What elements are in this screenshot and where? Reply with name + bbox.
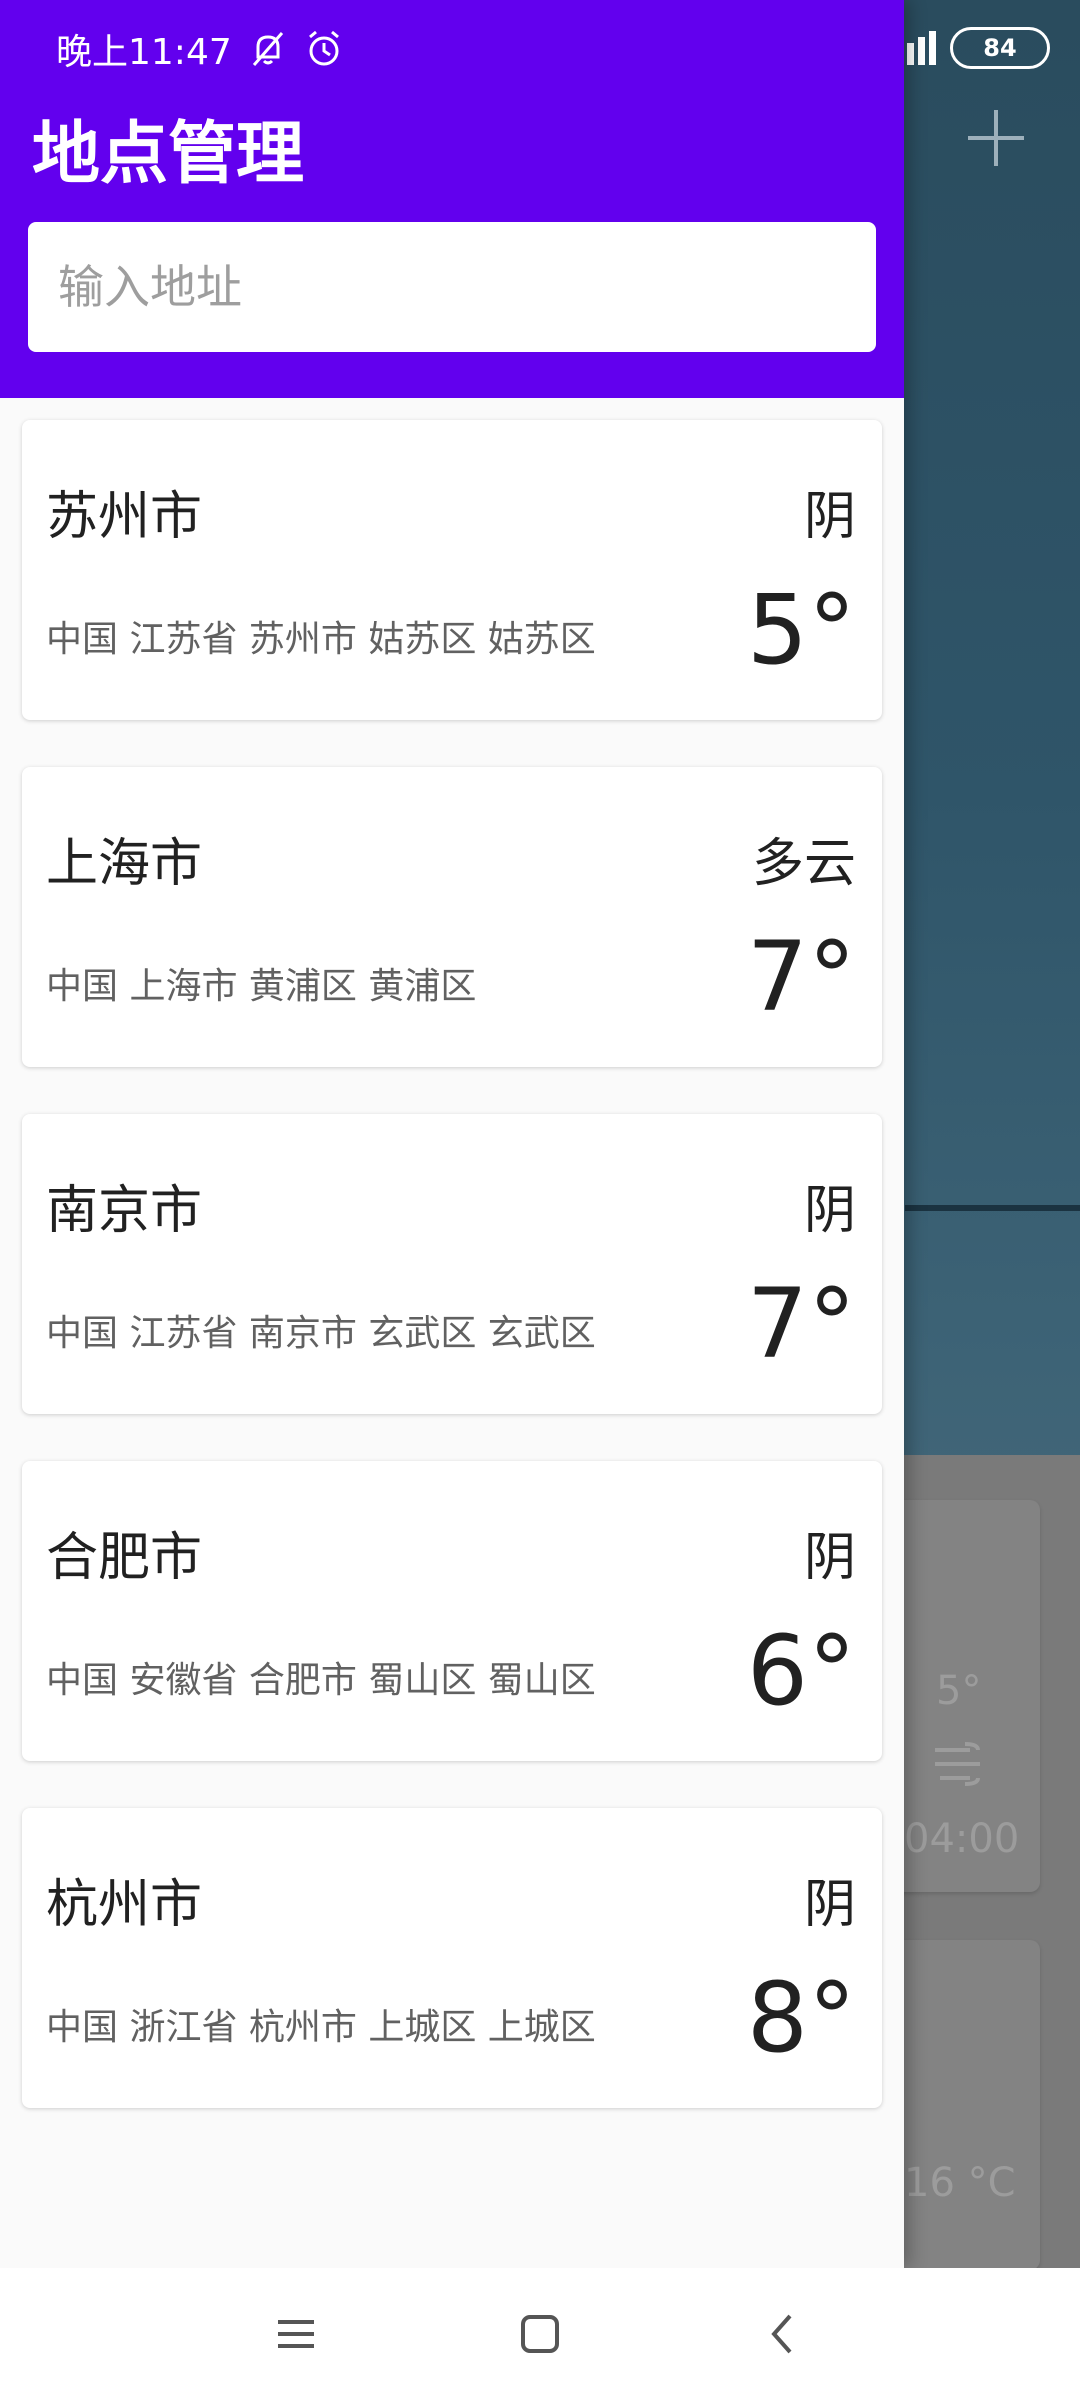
place-list: 苏州市 阴 中国 江苏省 苏州市 姑苏区 姑苏区 5° 上海市 多云 中国 上海… — [22, 420, 882, 2155]
add-icon[interactable] — [968, 110, 1024, 166]
back-icon[interactable] — [754, 2304, 814, 2364]
battery-level: 84 — [983, 34, 1017, 62]
place-card[interactable]: 南京市 阴 中国 江苏省 南京市 玄武区 玄武区 7° — [22, 1114, 882, 1414]
place-address: 中国 江苏省 苏州市 姑苏区 姑苏区 — [46, 619, 596, 660]
drawer-header: 晚上11:47 地点管理 — [0, 0, 904, 398]
menu-icon[interactable] — [266, 2304, 326, 2364]
background-horizon — [905, 1205, 1080, 1211]
system-navigation-bar — [0, 2268, 1080, 2400]
place-card[interactable]: 杭州市 阴 中国 浙江省 杭州市 上城区 上城区 8° — [22, 1808, 882, 2108]
place-address: 中国 安徽省 合肥市 蜀山区 蜀山区 — [46, 1660, 596, 1701]
alarm-icon — [308, 30, 339, 66]
place-temp: 5° — [746, 574, 856, 686]
place-temp: 8° — [746, 1962, 856, 2074]
place-card[interactable]: 上海市 多云 中国 上海市 黄浦区 黄浦区 7° — [22, 767, 882, 1067]
place-city: 合肥市 — [46, 1528, 203, 1588]
status-bar-left: 晚上11:47 — [56, 24, 344, 74]
place-temp: 7° — [746, 921, 856, 1033]
hourly-time: 04:00 — [904, 1816, 1020, 1862]
low-temp: 16 °C — [904, 2160, 1016, 2206]
location-drawer: 晚上11:47 地点管理 苏州市 阴 中国 江苏省 苏州市 姑苏区 姑苏区 5°… — [0, 0, 904, 2268]
place-card[interactable]: 合肥市 阴 中国 安徽省 合肥市 蜀山区 蜀山区 6° — [22, 1461, 882, 1761]
place-city: 上海市 — [46, 834, 203, 894]
place-weather: 阴 — [803, 1528, 856, 1588]
place-weather: 阴 — [803, 1181, 856, 1241]
address-search-input[interactable] — [28, 222, 876, 352]
home-icon[interactable] — [510, 2304, 570, 2364]
hourly-temp: 5° — [936, 1668, 982, 1714]
place-temp: 6° — [746, 1615, 856, 1727]
place-weather: 阴 — [803, 487, 856, 547]
place-temp: 7° — [746, 1268, 856, 1380]
battery-icon: 84 — [950, 27, 1050, 69]
place-city: 南京市 — [46, 1181, 203, 1241]
status-time: 晚上11:47 — [56, 32, 232, 73]
place-address: 中国 上海市 黄浦区 黄浦区 — [46, 966, 477, 1007]
place-weather: 多云 — [751, 834, 856, 894]
page-title: 地点管理 — [32, 115, 305, 194]
place-city: 杭州市 — [46, 1875, 203, 1935]
place-weather: 阴 — [803, 1875, 856, 1935]
place-address: 中国 浙江省 杭州市 上城区 上城区 — [46, 2007, 596, 2048]
wind-icon — [935, 1742, 980, 1786]
place-address: 中国 江苏省 南京市 玄武区 玄武区 — [46, 1313, 596, 1354]
place-city: 苏州市 — [46, 487, 203, 547]
place-card[interactable]: 苏州市 阴 中国 江苏省 苏州市 姑苏区 姑苏区 5° — [22, 420, 882, 720]
mute-icon — [252, 32, 283, 66]
